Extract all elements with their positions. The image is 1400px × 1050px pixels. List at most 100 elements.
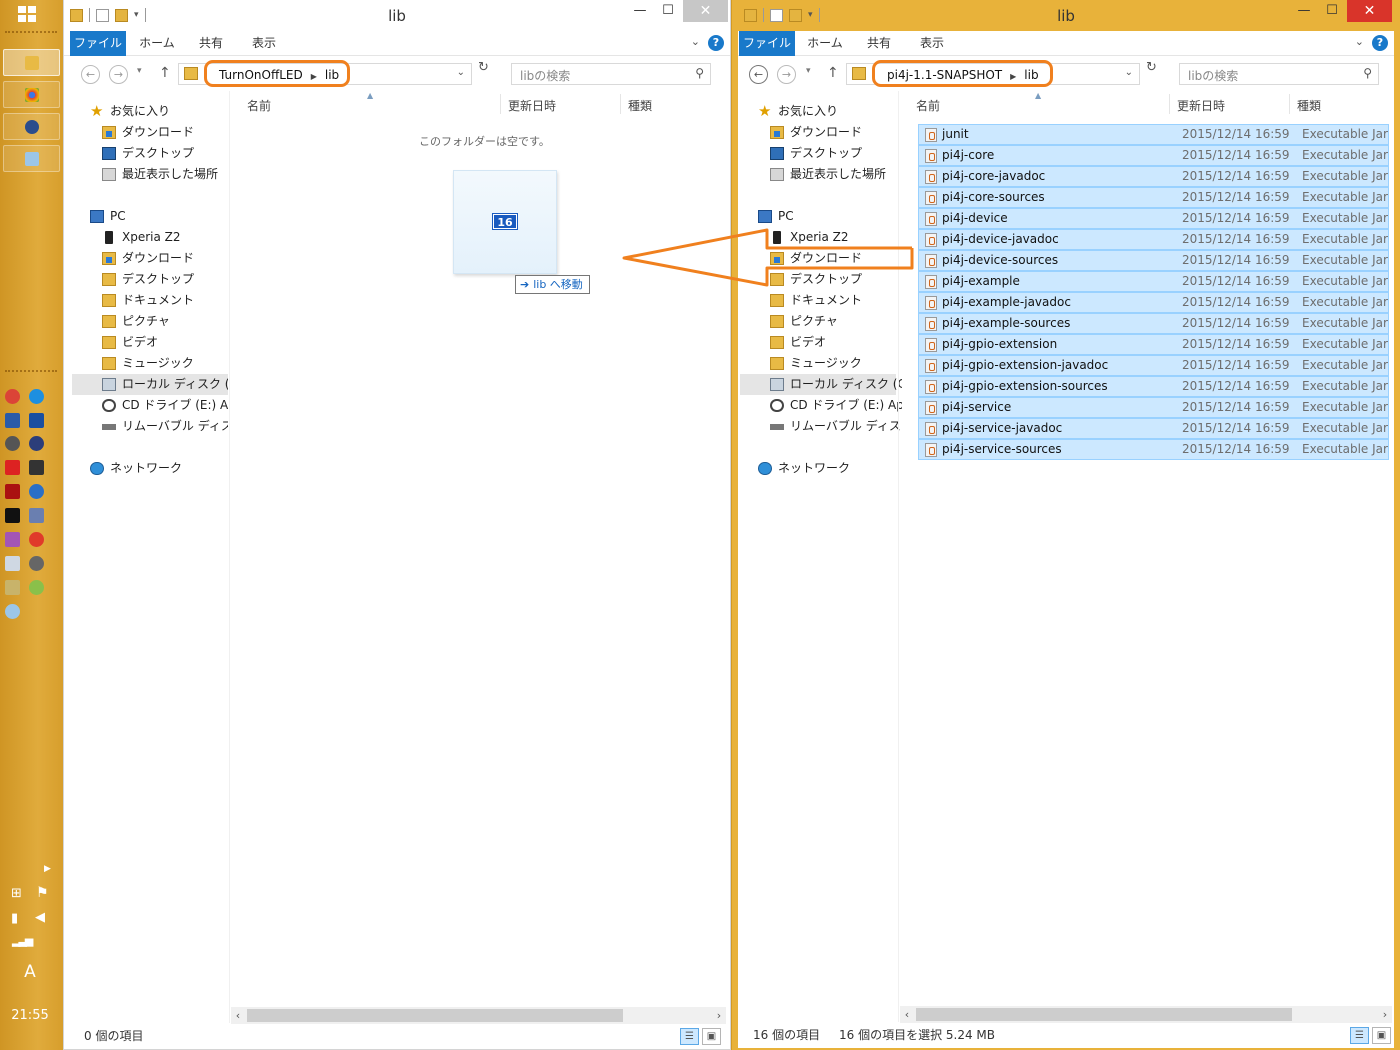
title-bar[interactable]: ▾ lib — ☐ ✕ [64,0,730,31]
forward-button[interactable]: → [777,65,796,84]
minimize-button[interactable]: — [626,0,654,22]
recent-locations-dropdown-icon[interactable]: ▾ [137,66,142,76]
start-button-icon[interactable] [18,6,38,24]
expand-ribbon-chevron-icon[interactable]: ⌄ [1355,35,1364,48]
cmd-icon[interactable] [5,508,20,523]
title-bar[interactable]: ▾ lib — ☐ ✕ [738,0,1394,31]
address-dropdown-icon[interactable]: ⌄ [1125,67,1133,78]
windows-tray-icon[interactable]: ⊞ [11,887,25,901]
address-dropdown-icon[interactable]: ⌄ [457,67,465,78]
file-row[interactable]: pi4j-service-sources 2015/12/14 16:59 Exec… [918,439,1389,460]
column-separator[interactable] [1169,94,1170,114]
help-icon[interactable]: ? [1372,35,1388,51]
large-icons-view-icon[interactable]: ▣ [702,1028,721,1045]
forward-button[interactable]: → [109,65,128,84]
show-more-chevron-icon[interactable]: ▶ [44,864,51,874]
explorer-taskbar-icon[interactable] [3,49,60,76]
file-row[interactable]: pi4j-core-javadoc 2015/12/14 16:59 Executa… [918,166,1389,187]
column-separator[interactable] [620,94,621,114]
column-separator[interactable] [500,94,501,114]
terminal-icon[interactable] [29,460,44,475]
file-row[interactable]: pi4j-core-sources 2015/12/14 16:59 Executa… [918,187,1389,208]
scroll-left-icon[interactable]: ‹ [900,1006,914,1023]
file-row[interactable]: pi4j-gpio-extension-sources 2015/12/14 16… [918,376,1389,397]
pane-divider[interactable] [898,91,899,1022]
chrome-shortcut-icon[interactable] [5,389,20,404]
column-header-name[interactable]: 名前 [247,97,271,114]
search-input[interactable]: libの検索 ⚲ [1179,63,1379,85]
tab-share[interactable]: 共有 [194,31,228,56]
paint-taskbar-icon[interactable] [3,145,60,172]
details-view-icon[interactable]: ☰ [680,1028,699,1045]
file-row[interactable]: pi4j-service-javadoc 2015/12/14 16:59 Exec… [918,418,1389,439]
column-header-type[interactable]: 種類 [628,97,652,114]
up-button[interactable]: ↑ [159,65,171,81]
close-button[interactable]: ✕ [683,0,728,22]
remote-desktop-icon[interactable] [5,413,20,428]
file-row[interactable]: pi4j-device-sources 2015/12/14 16:59 Execu… [918,250,1389,271]
tab-home[interactable]: ホーム [137,31,177,56]
details-view-icon[interactable]: ☰ [1350,1027,1369,1044]
column-header-date[interactable]: 更新日時 [1177,97,1225,114]
globe-app-icon[interactable] [29,484,44,499]
monitor-icon[interactable] [29,413,44,428]
pane-divider[interactable] [229,91,230,1023]
gimp-icon[interactable] [5,436,20,451]
back-button[interactable]: ← [81,65,100,84]
search-icon[interactable]: ⚲ [1363,66,1372,80]
large-icons-view-icon[interactable]: ▣ [1372,1027,1391,1044]
nav-local-disk[interactable]: ローカル ディスク (C:) [740,374,902,395]
ie-shortcut-icon[interactable] [29,389,44,404]
file-row[interactable]: pi4j-example-sources 2015/12/14 16:59 Exec… [918,313,1389,334]
column-header-name[interactable]: 名前 [916,97,940,114]
file-row[interactable]: pi4j-example 2015/12/14 16:59 Executable J… [918,271,1389,292]
refresh-icon[interactable]: ↻ [1146,60,1157,75]
tab-file[interactable]: ファイル [70,31,126,56]
scroll-right-icon[interactable]: › [1378,1006,1392,1023]
scrollbar-thumb[interactable] [916,1008,1292,1021]
notes-icon[interactable] [5,580,20,595]
tab-share[interactable]: 共有 [862,31,896,56]
speaker-muted-icon[interactable]: ◀ [35,910,45,925]
file-row[interactable]: pi4j-gpio-extension-javadoc 2015/12/14 16… [918,355,1389,376]
scrollbar-thumb[interactable] [247,1009,623,1022]
tab-view[interactable]: 表示 [247,31,281,56]
camera-icon[interactable] [29,556,44,571]
column-separator[interactable] [1289,94,1290,114]
horizontal-scrollbar[interactable]: ‹ › [900,1006,1392,1023]
expand-ribbon-chevron-icon[interactable]: ⌄ [691,35,700,48]
maximize-button[interactable]: ☐ [654,0,682,22]
tab-view[interactable]: 表示 [915,31,949,56]
column-header-date[interactable]: 更新日時 [508,97,556,114]
search-icon[interactable]: ⚲ [695,66,704,80]
up-button[interactable]: ↑ [827,65,839,81]
horizontal-scrollbar[interactable]: ‹ › [231,1007,726,1024]
file-row[interactable]: pi4j-device-javadoc 2015/12/14 16:59 Execu… [918,229,1389,250]
settings-taskbar-icon[interactable] [3,113,60,140]
tab-file[interactable]: ファイル [739,31,795,56]
file-row[interactable]: pi4j-core 2015/12/14 16:59 Executable Jar … [918,145,1389,166]
power-icon[interactable]: ▮ [11,911,18,926]
tab-home[interactable]: ホーム [805,31,845,56]
scroll-right-icon[interactable]: › [712,1007,726,1024]
column-header-type[interactable]: 種類 [1297,97,1321,114]
signal-strength-icon[interactable]: ▂▃▅ [12,934,33,947]
maximize-button[interactable]: ☐ [1318,0,1346,22]
action-center-flag-icon[interactable]: ⚑ [36,885,49,901]
search-input[interactable]: libの検索 ⚲ [511,63,711,85]
puzzle-icon[interactable] [5,484,20,499]
filezilla-icon[interactable] [5,460,20,475]
network-tool-icon[interactable] [29,508,44,523]
close-button[interactable]: ✕ [1347,0,1392,22]
eclipse-icon[interactable] [29,436,44,451]
nav-local-disk[interactable]: ローカル ディスク (C:) [72,374,228,395]
help-icon[interactable]: ? [708,35,724,51]
calculator-icon[interactable] [5,556,20,571]
file-row[interactable]: pi4j-example-javadoc 2015/12/14 16:59 Exec… [918,292,1389,313]
app-red-icon[interactable] [29,532,44,547]
file-row[interactable]: junit 2015/12/14 16:59 Executable Jar ... [918,124,1389,145]
taskbar-clock[interactable]: 21:55 [0,1008,60,1023]
file-row[interactable]: pi4j-service 2015/12/14 16:59 Executable J… [918,397,1389,418]
file-row[interactable]: pi4j-device 2015/12/14 16:59 Executable Ja… [918,208,1389,229]
ime-indicator[interactable]: A [0,962,60,982]
